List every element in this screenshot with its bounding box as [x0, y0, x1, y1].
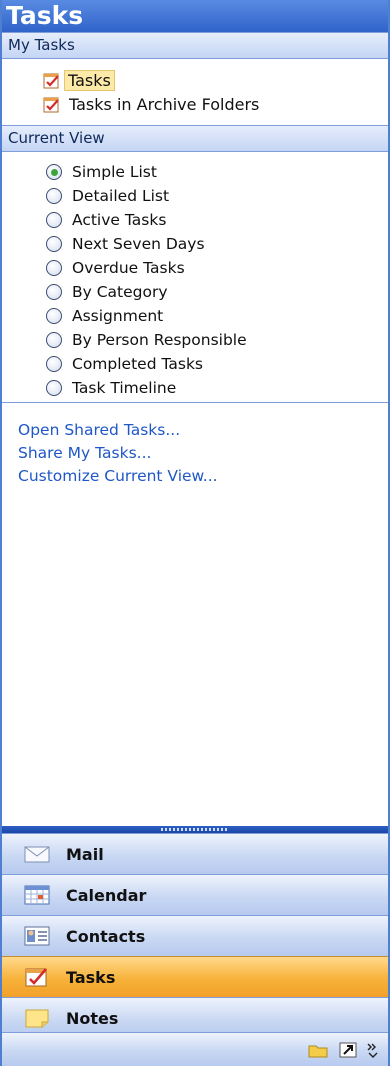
radio[interactable]: [46, 308, 62, 324]
view-label: Overdue Tasks: [72, 259, 185, 277]
current-view-list: Simple List Detailed List Active Tasks N…: [2, 152, 388, 403]
contacts-card-icon: [24, 926, 50, 946]
folder-tasks-archive[interactable]: Tasks in Archive Folders: [42, 92, 388, 116]
nav-label: Calendar: [66, 885, 147, 905]
view-label: Next Seven Days: [72, 235, 205, 253]
task-clipboard-icon: [25, 968, 47, 987]
navigation-pane: Tasks My Tasks Tasks Tasks in Archive Fo…: [0, 0, 390, 1066]
folder-tasks-archive-label: Tasks in Archive Folders: [69, 94, 260, 114]
view-completed-tasks[interactable]: Completed Tasks: [2, 352, 388, 376]
nav-button-contacts[interactable]: Contacts: [2, 915, 388, 956]
mail-envelope-icon: [24, 846, 50, 863]
view-overdue-tasks[interactable]: Overdue Tasks: [2, 256, 388, 280]
view-by-category[interactable]: By Category: [2, 280, 388, 304]
view-assignment[interactable]: Assignment: [2, 304, 388, 328]
nav-label: Tasks: [66, 967, 116, 987]
my-tasks-list: Tasks Tasks in Archive Folders: [2, 59, 388, 125]
view-label: By Category: [72, 283, 168, 301]
task-clipboard-icon: [43, 97, 59, 113]
view-label: Assignment: [72, 307, 164, 325]
splitter-grip[interactable]: [161, 828, 229, 831]
view-label: Detailed List: [72, 187, 170, 205]
nav-button-mail[interactable]: Mail: [2, 833, 388, 874]
radio[interactable]: [46, 356, 62, 372]
calendar-icon: [24, 885, 50, 905]
pane-title: Tasks: [2, 0, 388, 32]
navigation-bottom-bar: [2, 1032, 388, 1066]
share-my-tasks-link[interactable]: Share My Tasks...: [18, 442, 388, 465]
view-label: Active Tasks: [72, 211, 167, 229]
sticky-note-icon: [25, 1009, 49, 1028]
radio[interactable]: [46, 260, 62, 276]
nav-button-calendar[interactable]: Calendar: [2, 874, 388, 915]
radio[interactable]: [46, 380, 62, 396]
view-next-seven-days[interactable]: Next Seven Days: [2, 232, 388, 256]
view-detailed-list[interactable]: Detailed List: [2, 184, 388, 208]
nav-button-tasks[interactable]: Tasks: [2, 956, 388, 997]
task-links: Open Shared Tasks... Share My Tasks... C…: [2, 403, 388, 488]
radio[interactable]: [46, 212, 62, 228]
open-shared-tasks-link[interactable]: Open Shared Tasks...: [18, 419, 388, 442]
view-label: By Person Responsible: [72, 331, 247, 349]
nav-label: Mail: [66, 844, 104, 864]
view-by-person-responsible[interactable]: By Person Responsible: [2, 328, 388, 352]
my-tasks-header: My Tasks: [2, 32, 388, 59]
configure-buttons-icon[interactable]: [366, 1042, 380, 1058]
nav-label: Contacts: [66, 926, 146, 946]
current-view-header: Current View: [2, 125, 388, 152]
view-active-tasks[interactable]: Active Tasks: [2, 208, 388, 232]
view-task-timeline[interactable]: Task Timeline: [2, 376, 388, 400]
folder-icon[interactable]: [308, 1042, 328, 1058]
view-simple-list[interactable]: Simple List: [2, 160, 388, 184]
radio[interactable]: [46, 188, 62, 204]
view-label: Completed Tasks: [72, 355, 203, 373]
shortcut-icon[interactable]: [338, 1042, 358, 1058]
view-label: Simple List: [72, 163, 157, 181]
pane-splitter[interactable]: [2, 826, 388, 833]
view-label: Task Timeline: [72, 379, 177, 397]
radio[interactable]: [46, 284, 62, 300]
radio[interactable]: [46, 332, 62, 348]
nav-label: Notes: [66, 1008, 119, 1028]
folder-tasks[interactable]: Tasks: [42, 68, 388, 92]
folder-tasks-label: Tasks: [64, 69, 115, 91]
radio-selected[interactable]: [46, 164, 62, 180]
radio[interactable]: [46, 236, 62, 252]
task-clipboard-icon: [43, 73, 59, 89]
customize-current-view-link[interactable]: Customize Current View...: [18, 465, 388, 488]
